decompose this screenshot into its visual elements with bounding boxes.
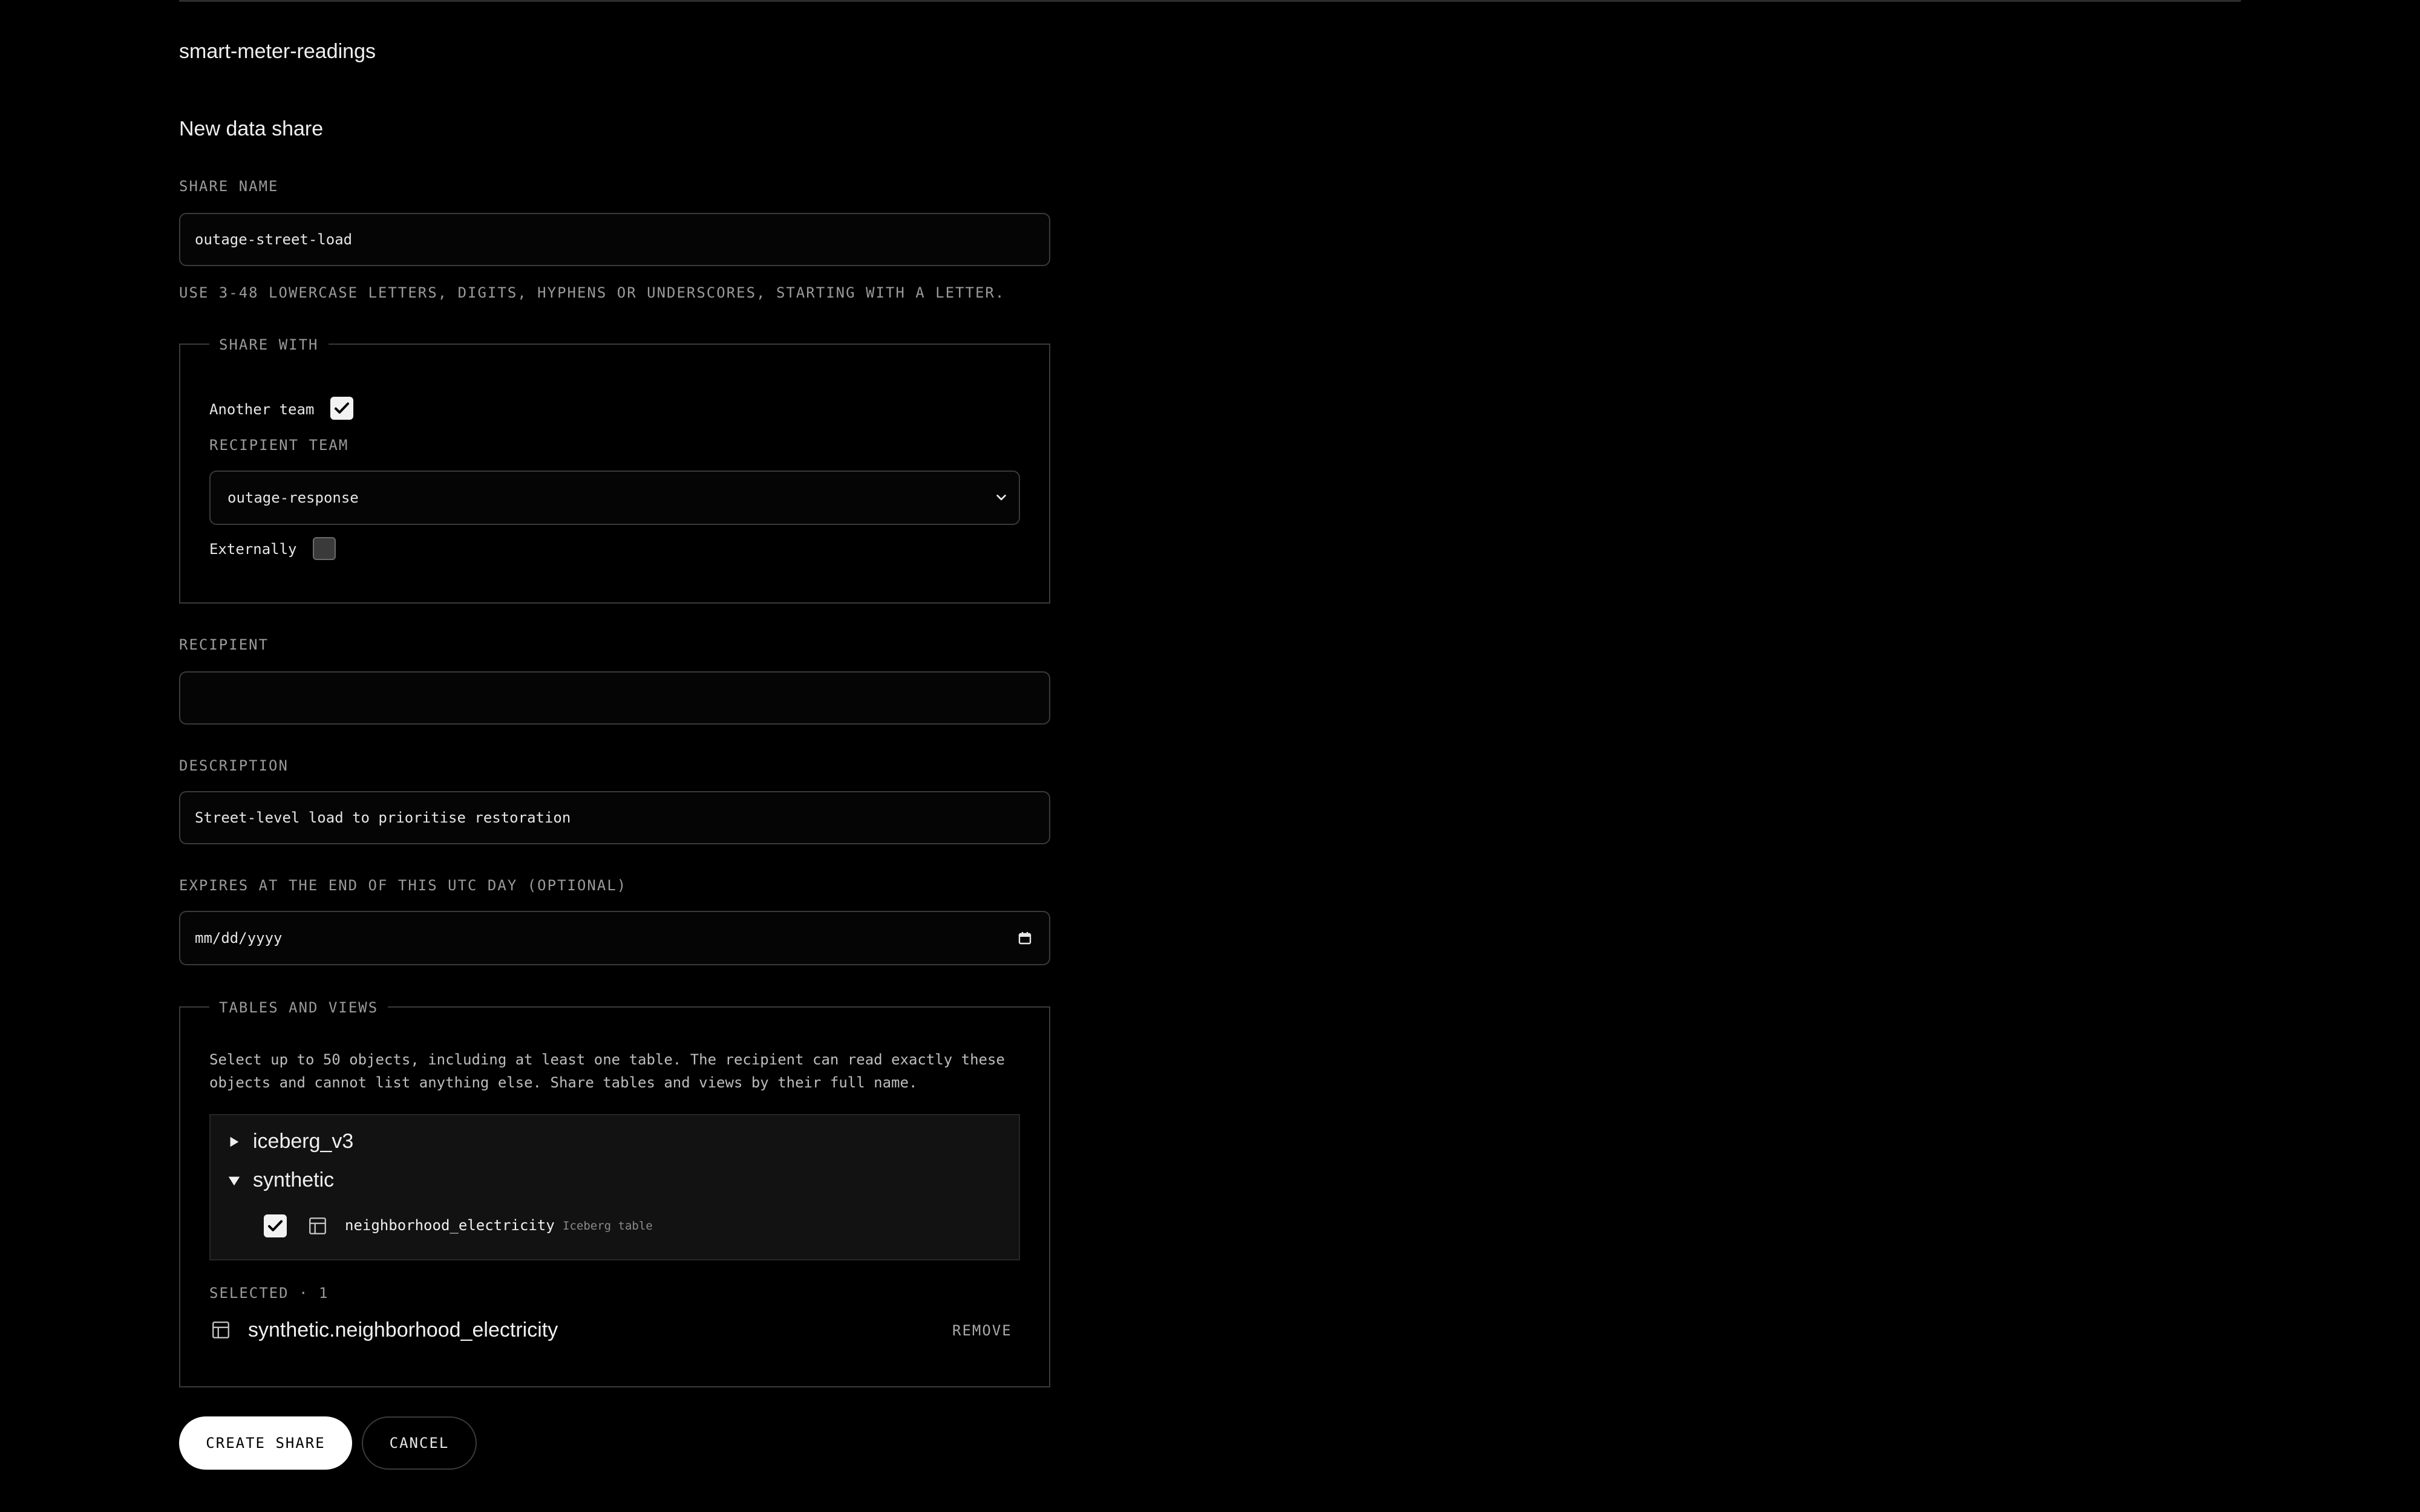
description-input[interactable]: Street-level load to prioritise restorat…	[179, 791, 1050, 844]
tree-item-label: synthetic	[253, 1168, 335, 1191]
page-heading: smart-meter-readings	[179, 40, 376, 63]
caret-right-icon	[230, 1136, 239, 1147]
tables-legend: TABLES AND VIEWS	[209, 999, 388, 1016]
checkmark-icon	[335, 402, 349, 414]
tables-help-line-1: Select up to 50 objects, including at le…	[209, 1051, 1005, 1068]
expires-placeholder: mm/dd/yyyy	[195, 930, 283, 947]
selected-item-name: synthetic.neighborhood_electricity	[248, 1318, 558, 1341]
recipient-team-select[interactable]: outage-response	[209, 471, 1020, 525]
tree-item-synthetic[interactable]: synthetic	[227, 1168, 334, 1192]
recipient-team-value: outage-response	[227, 489, 359, 506]
another-team-label: Another team	[209, 401, 315, 418]
top-divider	[179, 0, 2241, 2]
create-share-button[interactable]: CREATE SHARE	[179, 1416, 352, 1470]
object-type-badge: Iceberg table	[563, 1219, 653, 1233]
table-icon	[212, 1321, 229, 1338]
recipient-team-label: RECIPIENT TEAM	[209, 437, 349, 454]
calendar-icon[interactable]	[1018, 931, 1032, 945]
share-name-value: outage-street-load	[195, 231, 353, 248]
tables-help-line-2: objects and cannot list anything else. S…	[209, 1074, 918, 1091]
externally-checkbox[interactable]	[313, 537, 336, 560]
tree-item-label: iceberg_v3	[253, 1130, 354, 1153]
cancel-button[interactable]: CANCEL	[362, 1416, 477, 1470]
remove-button[interactable]: REMOVE	[952, 1322, 1012, 1339]
expires-date-input[interactable]: mm/dd/yyyy	[179, 911, 1050, 965]
selected-count-label: SELECTED · 1	[209, 1285, 329, 1302]
recipient-label: RECIPIENT	[179, 636, 269, 653]
recipient-input[interactable]	[179, 671, 1050, 725]
tree-child-label[interactable]: neighborhood_electricity	[345, 1217, 555, 1234]
expires-label: EXPIRES AT THE END OF THIS UTC DAY (OPTI…	[179, 877, 627, 894]
share-name-input[interactable]: outage-street-load	[179, 213, 1050, 266]
neighborhood-electricity-checkbox[interactable]	[264, 1214, 287, 1237]
share-name-label: SHARE NAME	[179, 178, 279, 195]
description-value: Street-level load to prioritise restorat…	[195, 809, 571, 826]
description-label: DESCRIPTION	[179, 757, 289, 774]
share-name-hint: USE 3-48 LOWERCASE LETTERS, DIGITS, HYPH…	[179, 284, 1006, 301]
share-with-legend: SHARE WITH	[209, 336, 329, 353]
table-icon	[309, 1217, 326, 1234]
tree-item-iceberg-v3[interactable]: iceberg_v3	[227, 1130, 353, 1153]
caret-down-icon	[228, 1176, 240, 1185]
chevron-down-icon	[996, 494, 1006, 501]
checkmark-icon	[268, 1220, 283, 1231]
externally-label: Externally	[209, 541, 297, 558]
another-team-checkbox[interactable]	[330, 397, 353, 420]
form-title: New data share	[179, 117, 324, 140]
